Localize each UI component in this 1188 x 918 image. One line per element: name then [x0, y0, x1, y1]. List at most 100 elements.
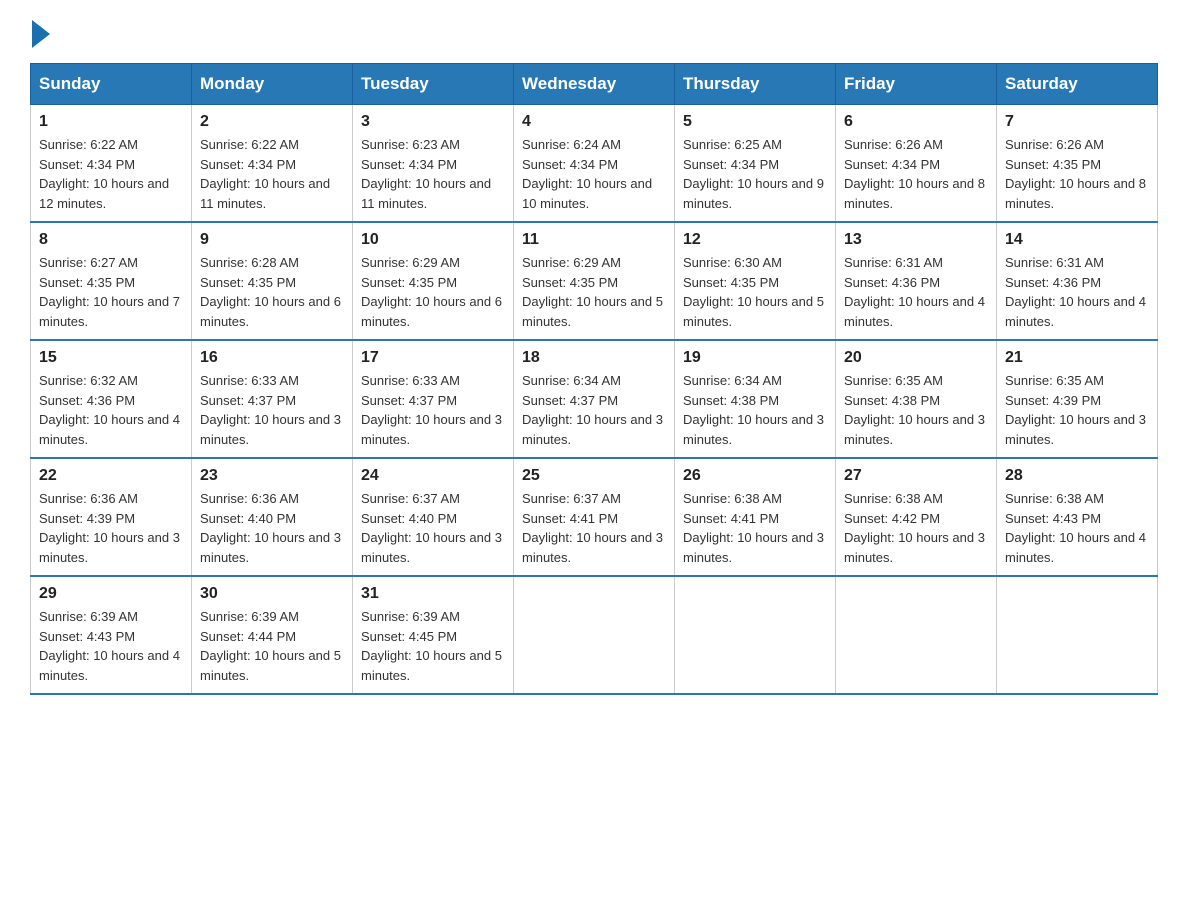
calendar-header: SundayMondayTuesdayWednesdayThursdayFrid… — [31, 64, 1158, 105]
calendar-cell: 21 Sunrise: 6:35 AMSunset: 4:39 PMDaylig… — [997, 340, 1158, 458]
calendar-cell: 16 Sunrise: 6:33 AMSunset: 4:37 PMDaylig… — [192, 340, 353, 458]
calendar-week-row: 22 Sunrise: 6:36 AMSunset: 4:39 PMDaylig… — [31, 458, 1158, 576]
day-number: 12 — [683, 231, 827, 249]
day-number: 30 — [200, 585, 344, 603]
weekday-header-wednesday: Wednesday — [514, 64, 675, 105]
day-info: Sunrise: 6:35 AMSunset: 4:39 PMDaylight:… — [1005, 371, 1149, 449]
calendar-cell: 24 Sunrise: 6:37 AMSunset: 4:40 PMDaylig… — [353, 458, 514, 576]
calendar-cell: 13 Sunrise: 6:31 AMSunset: 4:36 PMDaylig… — [836, 222, 997, 340]
day-info: Sunrise: 6:31 AMSunset: 4:36 PMDaylight:… — [844, 253, 988, 331]
calendar-table: SundayMondayTuesdayWednesdayThursdayFrid… — [30, 63, 1158, 695]
day-number: 7 — [1005, 113, 1149, 131]
weekday-header-row: SundayMondayTuesdayWednesdayThursdayFrid… — [31, 64, 1158, 105]
calendar-cell: 23 Sunrise: 6:36 AMSunset: 4:40 PMDaylig… — [192, 458, 353, 576]
day-info: Sunrise: 6:34 AMSunset: 4:37 PMDaylight:… — [522, 371, 666, 449]
calendar-cell — [836, 576, 997, 694]
day-number: 28 — [1005, 467, 1149, 485]
calendar-cell: 9 Sunrise: 6:28 AMSunset: 4:35 PMDayligh… — [192, 222, 353, 340]
calendar-cell: 20 Sunrise: 6:35 AMSunset: 4:38 PMDaylig… — [836, 340, 997, 458]
day-info: Sunrise: 6:26 AMSunset: 4:35 PMDaylight:… — [1005, 135, 1149, 213]
calendar-week-row: 1 Sunrise: 6:22 AMSunset: 4:34 PMDayligh… — [31, 105, 1158, 223]
page-header — [30, 20, 1158, 43]
day-info: Sunrise: 6:31 AMSunset: 4:36 PMDaylight:… — [1005, 253, 1149, 331]
day-info: Sunrise: 6:36 AMSunset: 4:40 PMDaylight:… — [200, 489, 344, 567]
calendar-body: 1 Sunrise: 6:22 AMSunset: 4:34 PMDayligh… — [31, 105, 1158, 695]
day-info: Sunrise: 6:38 AMSunset: 4:43 PMDaylight:… — [1005, 489, 1149, 567]
day-number: 31 — [361, 585, 505, 603]
day-info: Sunrise: 6:29 AMSunset: 4:35 PMDaylight:… — [361, 253, 505, 331]
calendar-cell: 8 Sunrise: 6:27 AMSunset: 4:35 PMDayligh… — [31, 222, 192, 340]
calendar-cell: 28 Sunrise: 6:38 AMSunset: 4:43 PMDaylig… — [997, 458, 1158, 576]
calendar-cell: 1 Sunrise: 6:22 AMSunset: 4:34 PMDayligh… — [31, 105, 192, 223]
day-info: Sunrise: 6:39 AMSunset: 4:44 PMDaylight:… — [200, 607, 344, 685]
day-info: Sunrise: 6:34 AMSunset: 4:38 PMDaylight:… — [683, 371, 827, 449]
day-number: 21 — [1005, 349, 1149, 367]
weekday-header-monday: Monday — [192, 64, 353, 105]
weekday-header-thursday: Thursday — [675, 64, 836, 105]
day-number: 2 — [200, 113, 344, 131]
calendar-cell: 15 Sunrise: 6:32 AMSunset: 4:36 PMDaylig… — [31, 340, 192, 458]
weekday-header-friday: Friday — [836, 64, 997, 105]
calendar-cell — [997, 576, 1158, 694]
calendar-cell: 2 Sunrise: 6:22 AMSunset: 4:34 PMDayligh… — [192, 105, 353, 223]
calendar-cell: 25 Sunrise: 6:37 AMSunset: 4:41 PMDaylig… — [514, 458, 675, 576]
calendar-week-row: 15 Sunrise: 6:32 AMSunset: 4:36 PMDaylig… — [31, 340, 1158, 458]
day-info: Sunrise: 6:24 AMSunset: 4:34 PMDaylight:… — [522, 135, 666, 213]
day-number: 8 — [39, 231, 183, 249]
day-info: Sunrise: 6:23 AMSunset: 4:34 PMDaylight:… — [361, 135, 505, 213]
day-info: Sunrise: 6:29 AMSunset: 4:35 PMDaylight:… — [522, 253, 666, 331]
logo — [30, 20, 50, 43]
day-info: Sunrise: 6:22 AMSunset: 4:34 PMDaylight:… — [39, 135, 183, 213]
calendar-week-row: 29 Sunrise: 6:39 AMSunset: 4:43 PMDaylig… — [31, 576, 1158, 694]
day-info: Sunrise: 6:33 AMSunset: 4:37 PMDaylight:… — [200, 371, 344, 449]
day-info: Sunrise: 6:39 AMSunset: 4:43 PMDaylight:… — [39, 607, 183, 685]
day-number: 3 — [361, 113, 505, 131]
day-number: 10 — [361, 231, 505, 249]
day-info: Sunrise: 6:28 AMSunset: 4:35 PMDaylight:… — [200, 253, 344, 331]
weekday-header-sunday: Sunday — [31, 64, 192, 105]
logo-arrow-icon — [32, 20, 50, 48]
calendar-cell: 10 Sunrise: 6:29 AMSunset: 4:35 PMDaylig… — [353, 222, 514, 340]
day-number: 26 — [683, 467, 827, 485]
calendar-cell: 11 Sunrise: 6:29 AMSunset: 4:35 PMDaylig… — [514, 222, 675, 340]
calendar-cell: 26 Sunrise: 6:38 AMSunset: 4:41 PMDaylig… — [675, 458, 836, 576]
calendar-cell: 14 Sunrise: 6:31 AMSunset: 4:36 PMDaylig… — [997, 222, 1158, 340]
day-info: Sunrise: 6:32 AMSunset: 4:36 PMDaylight:… — [39, 371, 183, 449]
day-number: 20 — [844, 349, 988, 367]
day-number: 18 — [522, 349, 666, 367]
day-number: 19 — [683, 349, 827, 367]
calendar-cell: 12 Sunrise: 6:30 AMSunset: 4:35 PMDaylig… — [675, 222, 836, 340]
day-info: Sunrise: 6:39 AMSunset: 4:45 PMDaylight:… — [361, 607, 505, 685]
day-info: Sunrise: 6:22 AMSunset: 4:34 PMDaylight:… — [200, 135, 344, 213]
day-number: 1 — [39, 113, 183, 131]
calendar-cell: 18 Sunrise: 6:34 AMSunset: 4:37 PMDaylig… — [514, 340, 675, 458]
day-number: 16 — [200, 349, 344, 367]
calendar-cell: 17 Sunrise: 6:33 AMSunset: 4:37 PMDaylig… — [353, 340, 514, 458]
calendar-cell — [675, 576, 836, 694]
day-info: Sunrise: 6:30 AMSunset: 4:35 PMDaylight:… — [683, 253, 827, 331]
day-info: Sunrise: 6:37 AMSunset: 4:41 PMDaylight:… — [522, 489, 666, 567]
day-info: Sunrise: 6:25 AMSunset: 4:34 PMDaylight:… — [683, 135, 827, 213]
day-number: 14 — [1005, 231, 1149, 249]
day-info: Sunrise: 6:37 AMSunset: 4:40 PMDaylight:… — [361, 489, 505, 567]
calendar-cell: 5 Sunrise: 6:25 AMSunset: 4:34 PMDayligh… — [675, 105, 836, 223]
calendar-cell — [514, 576, 675, 694]
day-info: Sunrise: 6:38 AMSunset: 4:41 PMDaylight:… — [683, 489, 827, 567]
day-number: 4 — [522, 113, 666, 131]
weekday-header-tuesday: Tuesday — [353, 64, 514, 105]
calendar-cell: 29 Sunrise: 6:39 AMSunset: 4:43 PMDaylig… — [31, 576, 192, 694]
calendar-cell: 30 Sunrise: 6:39 AMSunset: 4:44 PMDaylig… — [192, 576, 353, 694]
day-info: Sunrise: 6:35 AMSunset: 4:38 PMDaylight:… — [844, 371, 988, 449]
calendar-cell: 19 Sunrise: 6:34 AMSunset: 4:38 PMDaylig… — [675, 340, 836, 458]
day-number: 5 — [683, 113, 827, 131]
day-number: 15 — [39, 349, 183, 367]
weekday-header-saturday: Saturday — [997, 64, 1158, 105]
day-info: Sunrise: 6:33 AMSunset: 4:37 PMDaylight:… — [361, 371, 505, 449]
calendar-week-row: 8 Sunrise: 6:27 AMSunset: 4:35 PMDayligh… — [31, 222, 1158, 340]
day-number: 13 — [844, 231, 988, 249]
day-number: 17 — [361, 349, 505, 367]
calendar-cell: 27 Sunrise: 6:38 AMSunset: 4:42 PMDaylig… — [836, 458, 997, 576]
calendar-cell: 4 Sunrise: 6:24 AMSunset: 4:34 PMDayligh… — [514, 105, 675, 223]
calendar-cell: 7 Sunrise: 6:26 AMSunset: 4:35 PMDayligh… — [997, 105, 1158, 223]
day-number: 11 — [522, 231, 666, 249]
